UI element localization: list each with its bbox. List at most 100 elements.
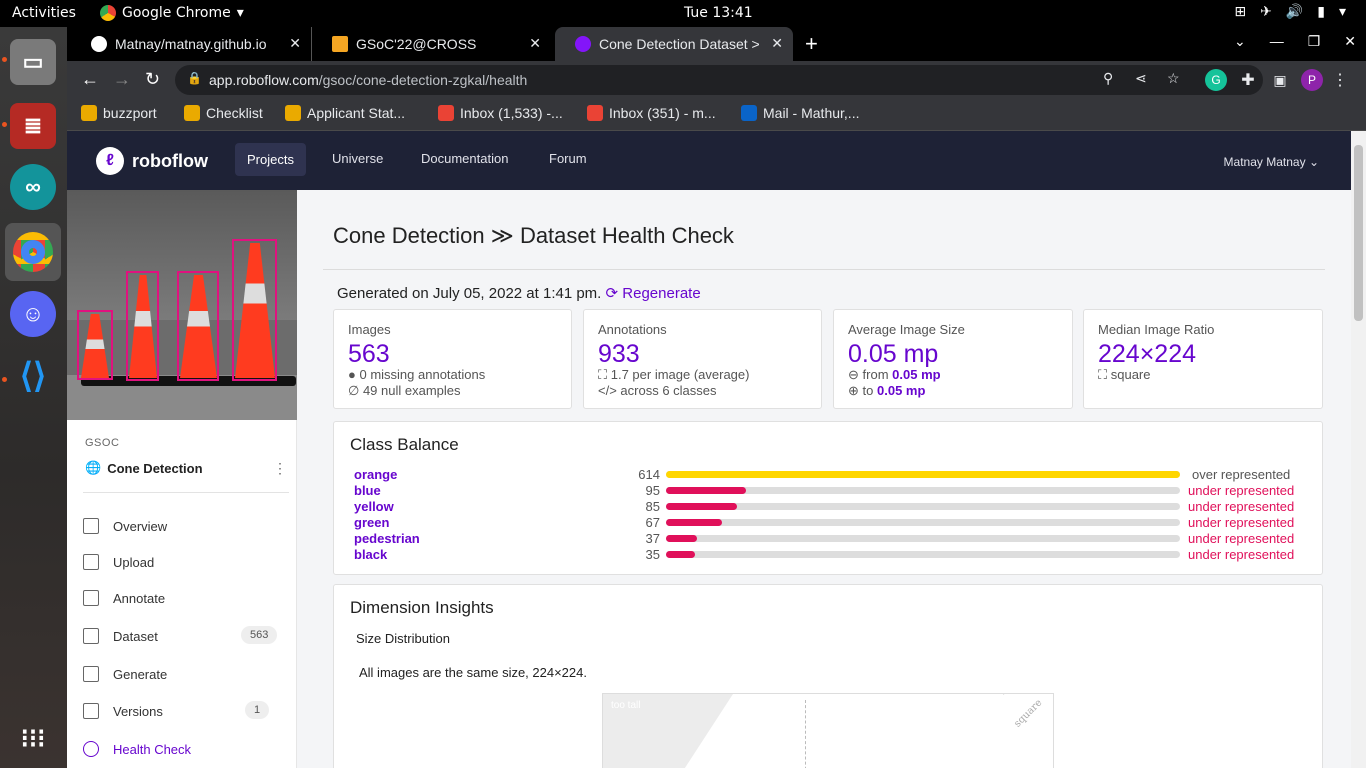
- forward-button[interactable]: →: [113, 69, 131, 90]
- nav-documentation[interactable]: Documentation: [421, 151, 508, 166]
- discord-icon[interactable]: ☺: [10, 291, 56, 337]
- user-menu[interactable]: Matnay Matnay ⌄: [1224, 155, 1319, 169]
- close-icon[interactable]: ✕: [289, 35, 301, 52]
- avg-size-stat-card: Average Image Size 0.05 mp ⊖ from 0.05 m…: [833, 309, 1073, 409]
- github-icon: [91, 36, 107, 52]
- app-name: Google Chrome: [122, 5, 231, 21]
- bookmark-inbox-1[interactable]: Inbox (1,533) -...: [438, 105, 563, 121]
- nav-universe[interactable]: Universe: [332, 151, 383, 166]
- class-bar-track: [666, 503, 1180, 510]
- scrollbar-thumb[interactable]: [1354, 145, 1363, 321]
- bookmark-mail[interactable]: Mail - Mathur,...: [741, 105, 859, 121]
- system-tray[interactable]: ⊞ ✈ 🔊 ▮ ▾: [1234, 4, 1346, 20]
- bookmark-buzzport[interactable]: buzzport: [81, 105, 157, 121]
- class-name[interactable]: orange: [354, 467, 397, 482]
- class-name[interactable]: black: [354, 547, 387, 562]
- bookmark-star-icon[interactable]: ☆: [1167, 70, 1180, 87]
- maximize-button[interactable]: ❐: [1308, 33, 1321, 50]
- class-balance-row: pedestrian 37 under represented: [334, 531, 1322, 547]
- back-button[interactable]: ←: [81, 69, 99, 90]
- network-icon: ⊞: [1234, 4, 1247, 20]
- vscode-icon[interactable]: ⟨⟩: [10, 353, 56, 399]
- ratio-stat-card: Median Image Ratio 224×224 ⛶ square: [1083, 309, 1323, 409]
- arduino-icon[interactable]: ∞: [10, 164, 56, 210]
- chrome-dock-icon[interactable]: [5, 223, 61, 281]
- url-host: app.roboflow.com: [209, 72, 319, 88]
- stat-line: ⛶ square: [1098, 367, 1151, 382]
- stat-value: 563: [348, 340, 390, 368]
- breadcrumb-current: Dataset Health Check: [519, 223, 734, 248]
- stat-line: </> across 6 classes: [598, 383, 717, 398]
- bookmark-applicant-status[interactable]: Applicant Stat...: [285, 105, 405, 121]
- globe-icon: 🌐: [85, 460, 102, 475]
- roboflow-logo[interactable]: ℓ roboflow: [96, 147, 208, 175]
- close-window-button[interactable]: ✕: [1344, 33, 1356, 50]
- app-menu[interactable]: Google Chrome ▾: [100, 5, 244, 21]
- bee-icon: [81, 105, 97, 121]
- close-icon[interactable]: ✕: [771, 35, 783, 52]
- close-icon[interactable]: ✕: [529, 35, 541, 52]
- page-scrollbar[interactable]: [1351, 131, 1366, 768]
- sidebar-item-health-check[interactable]: Health Check: [83, 741, 191, 757]
- menu-icon[interactable]: ⋮: [1329, 69, 1351, 91]
- gmail-icon: [438, 105, 454, 121]
- divider: [83, 492, 289, 493]
- tab-cone-detection[interactable]: Cone Detection Dataset > ✕: [555, 27, 793, 61]
- address-bar[interactable]: 🔒 app.roboflow.com/gsoc/cone-detection-z…: [175, 65, 1263, 95]
- bookmark-checklist[interactable]: Checklist: [184, 105, 263, 121]
- class-balance-card: Class Balance orange 614 over represented b…: [333, 421, 1323, 575]
- new-tab-button[interactable]: +: [805, 31, 818, 57]
- roboflow-icon: [575, 36, 591, 52]
- class-bar-fill: [666, 503, 738, 510]
- nav-projects[interactable]: Projects: [235, 143, 306, 176]
- minimize-button[interactable]: —: [1270, 33, 1284, 50]
- bounding-box-icon: ⛶: [598, 367, 608, 382]
- share-icon[interactable]: ⋖: [1135, 70, 1147, 87]
- sidebar-item-overview[interactable]: Overview: [83, 518, 167, 534]
- class-name[interactable]: yellow: [354, 499, 394, 514]
- nav-forum[interactable]: Forum: [549, 151, 587, 166]
- tab-title: Cone Detection Dataset >: [599, 36, 760, 52]
- activities-button[interactable]: Activities: [12, 5, 76, 21]
- running-indicator: [2, 377, 7, 382]
- extensions-icon[interactable]: ✚: [1237, 69, 1259, 91]
- tab-github[interactable]: Matnay/matnay.github.io ✕: [71, 27, 311, 61]
- generated-text: Generated on July 05, 2022 at 1:41 pm.: [337, 285, 602, 302]
- regenerate-button[interactable]: ⟳ Regenerate: [606, 285, 701, 302]
- tab-gsoc[interactable]: GSoC'22@CROSS ✕: [311, 27, 551, 61]
- stat-line: ● 0 missing annotations: [348, 367, 486, 382]
- annotations-stat-card: Annotations 933 ⛶ 1.7 per image (average…: [583, 309, 822, 409]
- tab-search-icon[interactable]: ⌄: [1234, 33, 1246, 50]
- class-name[interactable]: green: [354, 515, 389, 530]
- zoom-icon[interactable]: ⚲: [1103, 70, 1113, 87]
- grammarly-icon[interactable]: G: [1205, 69, 1227, 91]
- sidebar-item-label: Upload: [113, 554, 155, 570]
- chevron-down-icon: ▾: [1338, 4, 1346, 20]
- breadcrumb-project[interactable]: Cone Detection: [333, 223, 485, 248]
- info-icon: ●: [348, 367, 356, 382]
- stat-line: ⊕ to 0.05 mp: [848, 383, 926, 398]
- project-name[interactable]: 🌐 Cone Detection: [85, 460, 203, 476]
- sidebar-item-dataset[interactable]: Dataset: [83, 628, 158, 644]
- class-name[interactable]: blue: [354, 483, 381, 498]
- terminal-icon[interactable]: ≣: [10, 103, 56, 149]
- show-apps-icon[interactable]: ⁝⁝⁝: [10, 715, 56, 761]
- class-bar-track: [666, 487, 1180, 494]
- class-name[interactable]: pedestrian: [354, 531, 420, 546]
- url-path: /gsoc/cone-detection-zgkal/health: [318, 72, 528, 88]
- reload-button[interactable]: ↻: [145, 69, 160, 90]
- stat-value: 0.05 mp: [848, 340, 939, 368]
- sidebar-item-upload[interactable]: Upload: [83, 554, 154, 570]
- lock-icon: 🔒: [187, 71, 202, 85]
- files-icon[interactable]: ▭: [10, 39, 56, 85]
- bookmark-inbox-2[interactable]: Inbox (351) - m...: [587, 105, 716, 121]
- sidebar-item-generate[interactable]: Generate: [83, 666, 167, 682]
- profile-avatar[interactable]: P: [1301, 69, 1323, 91]
- clock[interactable]: Tue 13:41: [684, 5, 753, 21]
- sidebar-item-annotate[interactable]: Annotate: [83, 590, 165, 606]
- class-status: over represented: [1192, 467, 1291, 482]
- sidebar-item-versions[interactable]: Versions: [83, 703, 163, 719]
- class-balance-row: green 67 under represented: [334, 515, 1322, 531]
- more-options-icon[interactable]: ⋮: [273, 460, 287, 477]
- side-panel-icon[interactable]: ▣: [1269, 69, 1291, 91]
